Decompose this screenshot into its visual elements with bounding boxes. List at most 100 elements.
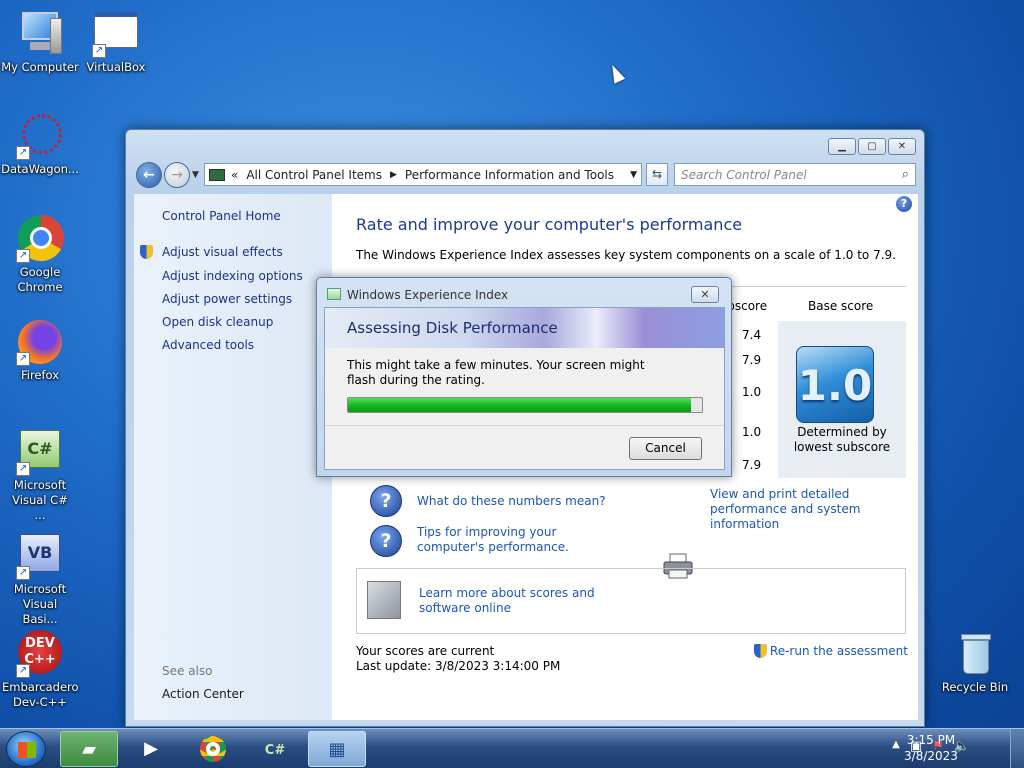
media-player-icon: ▶	[144, 738, 158, 759]
learn-more-box: Learn more about scores and software onl…	[356, 568, 906, 634]
action-center-link[interactable]: Action Center	[162, 687, 244, 701]
shortcut-arrow-icon: ↗	[16, 352, 30, 366]
windows-logo-icon	[18, 742, 36, 758]
desktop-icon-datawagon[interactable]: ↗ DataWagon...	[0, 112, 80, 177]
breadcrumb-separator-icon[interactable]: ▶	[390, 170, 397, 180]
dialog-separator	[325, 425, 724, 426]
desktop-icon-chrome[interactable]: ↗ Google Chrome	[0, 215, 80, 295]
forward-button[interactable]: →	[164, 162, 190, 188]
dialog-banner: Assessing Disk Performance	[325, 308, 724, 348]
desktop-icon-label: Recycle Bin	[941, 680, 1009, 694]
last-update: Last update: 3/8/2023 3:14:00 PM	[356, 659, 561, 673]
taskbar-chrome[interactable]	[184, 731, 242, 767]
base-score-badge: 1.0	[796, 346, 874, 423]
minimize-button[interactable]: ▁	[828, 138, 856, 155]
breadcrumb-item[interactable]: Performance Information and Tools	[405, 168, 614, 182]
address-dropdown-icon[interactable]: ▼	[630, 170, 637, 180]
desktop-icon-visual-csharp[interactable]: C# ↗ Microsoft Visual C# ...	[0, 428, 80, 523]
taskbar-media-player[interactable]: ▶	[122, 731, 180, 767]
software-box-icon	[367, 581, 401, 619]
desktop-icon-label: DataWagon...	[1, 162, 79, 176]
adjust-power-settings-link[interactable]: Adjust power settings	[162, 292, 292, 306]
chrome-icon: ↗	[16, 215, 64, 263]
desktop-icon-recycle-bin[interactable]: Recycle Bin	[935, 630, 1015, 695]
subscore-processor: 7.4	[742, 328, 762, 342]
desktop-icon-firefox[interactable]: ↗ Firefox	[0, 318, 80, 383]
cancel-button[interactable]: Cancel	[629, 437, 702, 460]
dialog-heading: Assessing Disk Performance	[347, 319, 558, 337]
control-panel-icon: ▦	[328, 739, 346, 760]
dialog-body: Assessing Disk Performance This might ta…	[324, 307, 725, 470]
scores-status: Your scores are current	[356, 644, 495, 658]
window-icon: ↗	[92, 10, 140, 58]
breadcrumb-item[interactable]: All Control Panel Items	[246, 168, 382, 182]
back-button[interactable]: ←	[136, 162, 162, 188]
advanced-tools-link[interactable]: Advanced tools	[162, 338, 254, 352]
taskbar-visual-csharp[interactable]: C#	[246, 731, 304, 767]
computer-icon	[16, 10, 64, 58]
uac-shield-icon	[753, 644, 767, 658]
adjust-indexing-options-link[interactable]: Adjust indexing options	[162, 269, 303, 283]
subscore-memory: 7.9	[742, 353, 762, 367]
maximize-button[interactable]: ▢	[858, 138, 886, 155]
csharp-icon: C#	[264, 743, 286, 758]
learn-more-link[interactable]: Learn more about scores and software onl…	[419, 586, 639, 616]
assessment-progress-bar	[347, 397, 703, 413]
recent-pages-dropdown[interactable]: ▼	[192, 170, 199, 180]
window-controls: ▁ ▢ ✕	[828, 138, 916, 155]
show-desktop-button[interactable]	[1010, 729, 1024, 768]
adjust-visual-effects-link[interactable]: Adjust visual effects	[162, 245, 283, 259]
desktop-icon-label: VirtualBox	[86, 60, 146, 74]
desktop-icon-devcpp[interactable]: DEV C++ ↗ Embarcadero Dev-C++	[0, 630, 80, 710]
open-disk-cleanup-link[interactable]: Open disk cleanup	[162, 315, 273, 329]
devcpp-icon: DEV C++ ↗	[16, 630, 64, 678]
taskbar-explorer[interactable]: ▰	[60, 731, 118, 767]
breadcrumb-overflow-icon[interactable]: «	[231, 168, 238, 182]
uac-shield-icon	[140, 245, 153, 259]
start-button[interactable]	[6, 731, 46, 767]
refresh-button[interactable]: ⇆	[646, 163, 668, 186]
desktop-icon-visual-basic[interactable]: VB ↗ Microsoft Visual Basi...	[0, 532, 80, 627]
view-print-details-link[interactable]: View and print detailed performance and …	[710, 487, 910, 532]
help-icon[interactable]: ?	[896, 196, 912, 212]
close-button[interactable]: ✕	[888, 138, 916, 155]
base-score-panel: 1.0 Determined by lowest subscore	[778, 321, 906, 478]
desktop-icon-my-computer[interactable]: My Computer	[0, 10, 80, 75]
mouse-cursor	[606, 62, 626, 84]
subscore-graphics: 1.0	[742, 385, 762, 399]
clock-time: 3:15 PM	[906, 733, 956, 747]
what-do-numbers-mean-link[interactable]: What do these numbers mean?	[417, 494, 606, 509]
tips-for-improving-link[interactable]: Tips for improving your computer's perfo…	[417, 525, 627, 555]
performance-icon	[327, 288, 341, 300]
shortcut-arrow-icon: ↗	[16, 146, 30, 160]
rerun-assessment-link[interactable]: Re-run the assessment	[753, 644, 908, 658]
shortcut-arrow-icon: ↗	[16, 249, 30, 263]
dialog-message: This might take a few minutes. Your scre…	[347, 358, 645, 387]
navigation-bar: ← → ▼ « All Control Panel Items ▶ Perfor…	[134, 160, 916, 188]
help-question-icon: ?	[370, 525, 402, 557]
search-placeholder: Search Control Panel	[681, 168, 807, 182]
help-question-icon: ?	[370, 485, 402, 517]
search-icon[interactable]: ⌕	[902, 167, 909, 182]
taskbar-control-panel[interactable]: ▦	[308, 731, 366, 767]
vb-icon: VB ↗	[16, 532, 64, 580]
shortcut-arrow-icon: ↗	[92, 44, 106, 58]
datawagon-icon: ↗	[16, 112, 64, 160]
desktop-icon-label: Google Chrome	[17, 265, 63, 294]
search-input[interactable]: Search Control Panel ⌕	[674, 163, 916, 186]
system-clock[interactable]: 3:15 PM 3/8/2023	[896, 732, 966, 764]
folder-icon: ▰	[82, 739, 96, 760]
control-panel-home-link[interactable]: Control Panel Home	[162, 209, 281, 223]
taskbar: ▰ ▶ C# ▦ ▲ ▣ ⚑ 🔈 3:15 PM 3/8/2023	[0, 728, 1024, 768]
subscore-gaming-graphics: 1.0	[742, 425, 762, 439]
recycle-bin-icon	[951, 630, 999, 678]
dialog-close-button[interactable]: ✕	[691, 286, 719, 303]
base-score-column-header: Base score	[808, 299, 874, 313]
shortcut-arrow-icon: ↗	[16, 664, 30, 678]
page-title: Rate and improve your computer's perform…	[356, 215, 743, 234]
desktop-icon-label: Microsoft Visual Basi...	[13, 582, 67, 626]
address-bar[interactable]: « All Control Panel Items ▶ Performance …	[204, 163, 642, 186]
desktop-icon-label: Embarcadero Dev-C++	[2, 680, 79, 709]
desktop-icon-virtualbox[interactable]: ↗ VirtualBox	[76, 10, 156, 75]
desktop-icon-label: Microsoft Visual C# ...	[12, 478, 68, 522]
